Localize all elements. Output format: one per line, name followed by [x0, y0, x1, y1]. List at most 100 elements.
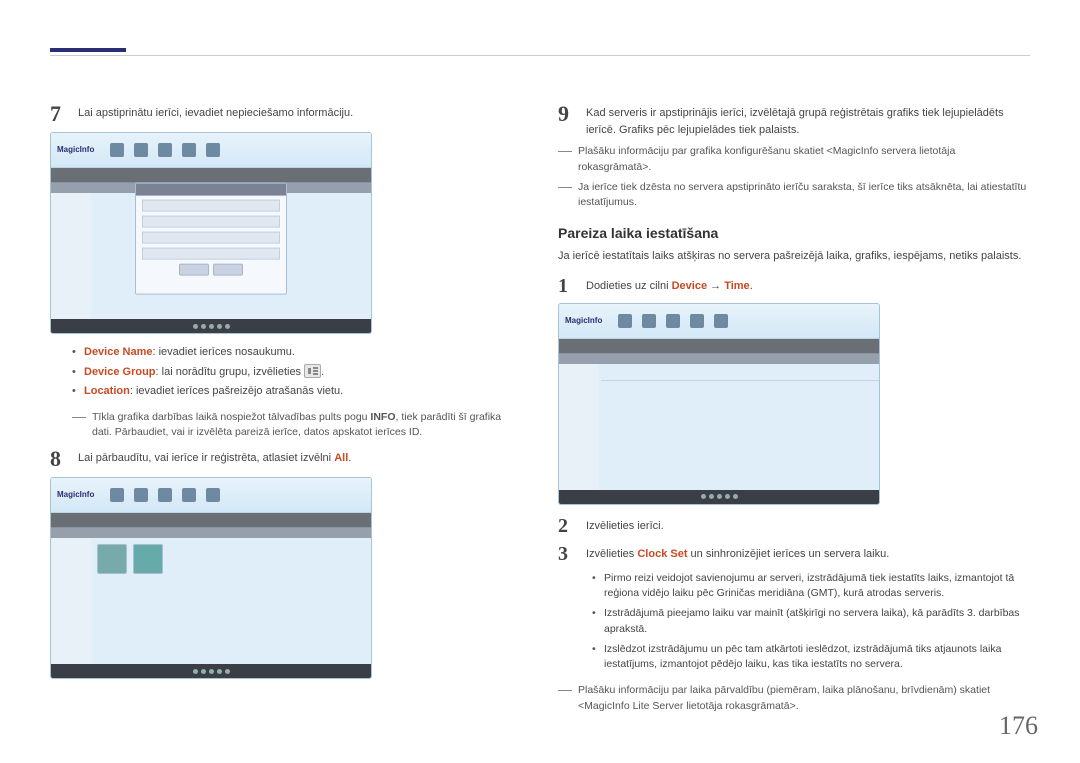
toolbar-icon [182, 488, 196, 502]
right-column: 9 Kad serveris ir apstiprinājis ierīci, … [558, 96, 1030, 719]
field-description-list: Device Name: ievadiet ierīces nosaukumu.… [72, 344, 522, 400]
field-desc: : ievadiet ierīces nosaukumu. [153, 346, 295, 358]
screenshot-tabbar [51, 168, 371, 182]
field-label: Device Group [84, 366, 156, 378]
screenshot-toolbar: MagicInfo [51, 478, 371, 513]
toolbar-icon [158, 488, 172, 502]
note-text: Ja ierīce tiek dzēsta no servera apstipr… [578, 180, 1030, 212]
dialog-field [142, 248, 280, 260]
step-2: 2 Izvēlieties ierīci. [558, 515, 1030, 537]
step-number: 3 [558, 543, 576, 565]
info-note: Ja ierīce tiek dzēsta no servera apstipr… [558, 180, 1030, 212]
screenshot-device-time: MagicInfo [558, 303, 880, 505]
dialog-field [142, 216, 280, 228]
step-number: 1 [558, 275, 576, 297]
toolbar-icons [110, 488, 220, 502]
step-number: 8 [50, 447, 68, 471]
step-text: Lai pārbaudītu, vai ierīce ir reģistrēta… [78, 447, 522, 471]
step-text: Izvēlieties Clock Set un sinhronizējiet … [586, 543, 1030, 565]
screenshot-toolbar: MagicInfo [559, 304, 879, 339]
dialog-buttons [136, 264, 286, 276]
screenshot-content [91, 538, 371, 664]
toolbar-icon [206, 488, 220, 502]
keyword-info: INFO [370, 411, 395, 423]
step-8: 8 Lai pārbaudītu, vai ierīce ir reģistrē… [50, 447, 522, 471]
dialog-field [142, 232, 280, 244]
note-text: Plašāku informāciju par laika pārvaldību… [578, 683, 1030, 715]
field-desc: : ievadiet ierīces pašreizējo atrašanās … [130, 385, 343, 397]
info-note: Tīkla grafika darbības laikā nospiežot t… [72, 410, 522, 442]
toolbar-icon [690, 314, 704, 328]
step-1: 1 Dodieties uz cilni Device → Time. [558, 275, 1030, 297]
list-item: Location: ievadiet ierīces pašreizējo at… [72, 383, 522, 400]
field-label: Location [84, 385, 130, 397]
dash-icon [558, 151, 572, 176]
dialog-cancel-button [213, 264, 243, 276]
list-item: Pirmo reizi veidojot savienojumu ar serv… [592, 571, 1030, 603]
device-thumbnails [91, 538, 371, 580]
step-number: 2 [558, 515, 576, 537]
dialog-ok-button [179, 264, 209, 276]
screenshot-sidepanel [51, 538, 92, 678]
step-3: 3 Izvēlieties Clock Set un sinhronizējie… [558, 543, 1030, 565]
step-text: Kad serveris ir apstiprinājis ierīci, iz… [586, 102, 1030, 138]
screenshot-tabbar [51, 513, 371, 527]
toolbar-icon [182, 143, 196, 157]
toolbar-icon [134, 143, 148, 157]
screenshot-statusbar [51, 664, 371, 678]
toolbar-icon [666, 314, 680, 328]
device-thumb [97, 544, 127, 574]
app-logo: MagicInfo [565, 315, 602, 327]
info-note: Plašāku informāciju par laika pārvaldību… [558, 683, 1030, 715]
screenshot-sidepanel [559, 364, 600, 504]
document-page: 7 Lai apstiprinātu ierīci, ievadiet nepi… [0, 0, 1080, 763]
toolbar-icon [618, 314, 632, 328]
header-accent-bar [50, 48, 126, 52]
note-text: Plašāku informāciju par grafika konfigur… [578, 144, 1030, 176]
time-notes-list: Pirmo reizi veidojot savienojumu ar serv… [592, 571, 1030, 674]
dialog-field [142, 200, 280, 212]
app-logo: MagicInfo [57, 489, 94, 501]
page-number: 176 [999, 706, 1038, 745]
list-item: Izstrādājumā pieejamo laiku var mainīt (… [592, 606, 1030, 638]
left-column: 7 Lai apstiprinātu ierīci, ievadiet nepi… [50, 96, 522, 719]
screenshot-toolbar: MagicInfo [51, 133, 371, 168]
keyword-device: Device [672, 280, 707, 292]
step-number: 7 [50, 102, 68, 126]
list-item: Device Group: lai norādītu grupu, izvēli… [72, 364, 522, 381]
dash-icon [558, 690, 572, 715]
list-item: Izslēdzot izstrādājumu un pēc tam atkārt… [592, 642, 1030, 674]
toolbar-icons [618, 314, 728, 328]
step-text: Izvēlieties ierīci. [586, 515, 1030, 537]
step-text: Dodieties uz cilni Device → Time. [586, 275, 1030, 297]
toolbar-icon [714, 314, 728, 328]
screenshot-device-approval-dialog: MagicInfo [50, 132, 372, 334]
device-thumb [133, 544, 163, 574]
keyword-clock-set: Clock Set [637, 548, 687, 560]
section-description: Ja ierīcē iestatītais laiks atšķiras no … [558, 248, 1030, 265]
step-7: 7 Lai apstiprinātu ierīci, ievadiet nepi… [50, 102, 522, 126]
toolbar-icon [110, 143, 124, 157]
dash-icon [558, 187, 572, 212]
screenshot-statusbar [51, 319, 371, 333]
step-number: 9 [558, 102, 576, 138]
step-text: Lai apstiprinātu ierīci, ievadiet nepiec… [78, 102, 522, 126]
header-rule [50, 55, 1030, 56]
note-text: Tīkla grafika darbības laikā nospiežot t… [92, 410, 522, 442]
screenshot-content [599, 364, 879, 490]
toolbar-icon [134, 488, 148, 502]
step-9: 9 Kad serveris ir apstiprinājis ierīci, … [558, 102, 1030, 138]
keyword-all: All [334, 452, 348, 464]
toolbar-icon [206, 143, 220, 157]
field-desc: : lai norādītu grupu, izvēlieties [156, 366, 305, 378]
dash-icon [72, 417, 86, 442]
app-logo: MagicInfo [57, 144, 94, 156]
toolbar-icon [642, 314, 656, 328]
screenshot-tabbar [559, 339, 879, 353]
approval-dialog [135, 183, 287, 295]
time-row [601, 364, 879, 381]
group-picker-icon [304, 364, 321, 378]
list-item: Device Name: ievadiet ierīces nosaukumu. [72, 344, 522, 361]
toolbar-icon [158, 143, 172, 157]
keyword-time: Time [724, 280, 749, 292]
